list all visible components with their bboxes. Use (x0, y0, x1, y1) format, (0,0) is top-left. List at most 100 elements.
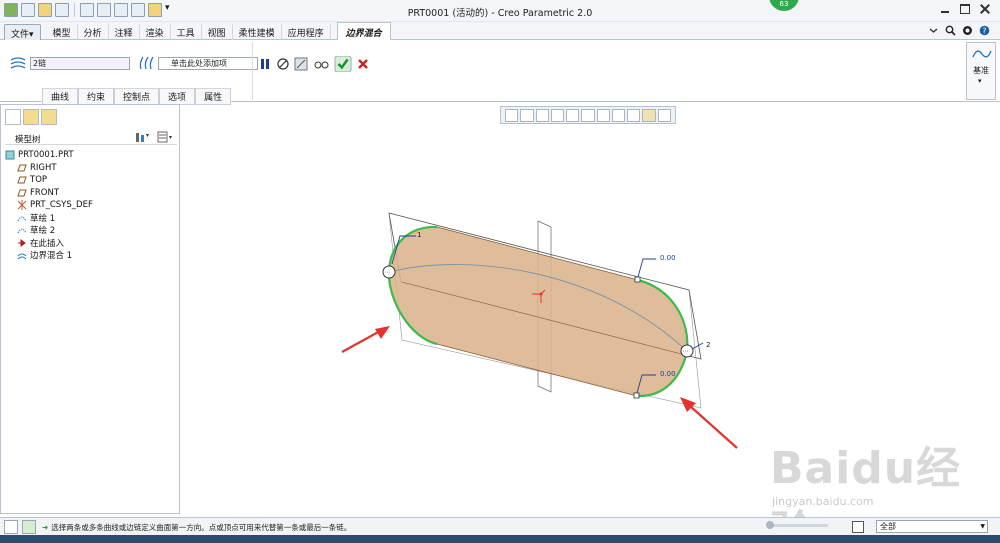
dim-label-1[interactable]: 0.00 (660, 254, 676, 262)
maximize-icon[interactable] (960, 4, 970, 14)
tree-item[interactable]: PRT0001.PRT (5, 149, 93, 162)
csys-origin (539, 292, 543, 296)
message-text: 选择两条或多条曲线或边链定义曲面第一方向。点或顶点可用来代替第一条或最后一条链。 (51, 523, 352, 532)
find-icon[interactable] (852, 521, 864, 533)
chain-2-leader (691, 342, 704, 350)
confirm-check-icon[interactable] (334, 56, 352, 72)
folder-browser-tab-icon[interactable] (23, 109, 39, 125)
insert-arrow-icon (18, 238, 26, 247)
view-manager-icon[interactable] (596, 109, 610, 122)
zoom-in-icon[interactable] (520, 109, 534, 122)
dim-label-2[interactable]: 0.00 (660, 370, 676, 378)
second-direction-icon (139, 56, 154, 70)
no-preview-icon[interactable] (276, 57, 290, 71)
svg-text:···: ··· (385, 270, 391, 277)
navigator-panel: 模型树 PRT0001.PRT RIGHT TOP FRONT PRT_CSYS_DEF… (0, 104, 180, 514)
sketch-icon (17, 216, 27, 221)
repaint-icon[interactable] (550, 109, 565, 122)
datum-curve-icon (972, 50, 992, 58)
model-tree-tab-icon[interactable] (5, 109, 21, 125)
model-tree-header: 模型树 (5, 131, 177, 145)
tree-item[interactable]: PRT_CSYS_DEF (5, 199, 93, 212)
dashboard-subtabs: 曲线 约束 控制点 选项 属性 (42, 88, 232, 105)
model-tree-title: 模型树 (15, 135, 41, 145)
toggle-browser-icon[interactable] (22, 520, 36, 534)
refit-icon[interactable] (505, 109, 519, 122)
tree-item[interactable]: 草绘 2 (5, 224, 93, 237)
boundary-blend-icon (17, 253, 27, 260)
favorites-tab-icon[interactable] (41, 109, 57, 125)
datum-label: 基准 (973, 66, 989, 75)
tree-item-label: TOP (30, 175, 48, 186)
subtab-options[interactable]: 选项 (159, 89, 196, 105)
tree-settings-icon[interactable] (135, 131, 151, 143)
second-direction-collector[interactable]: 单击此处添加项 (158, 56, 258, 70)
os-taskbar (0, 535, 1000, 543)
display-style-icon[interactable] (566, 109, 580, 122)
tree-item[interactable]: TOP (5, 174, 93, 187)
title-bar: ▾ PRT0001 (活动的) - Creo Parametric 2.0 63 (0, 0, 1000, 22)
part-icon (5, 150, 15, 160)
show-columns-icon[interactable] (157, 131, 173, 143)
tree-item[interactable]: 边界混合 1 (5, 249, 93, 262)
dim-point-2[interactable] (633, 392, 640, 399)
cancel-x-icon[interactable] (356, 57, 370, 71)
window-title: PRT0001 (活动的) - Creo Parametric 2.0 (407, 8, 593, 19)
svg-text:?: ? (982, 26, 986, 35)
message-arrow-icon: ➜ (42, 523, 49, 532)
zoom-out-icon[interactable] (535, 109, 549, 122)
tree-item-label: PRT0001.PRT (18, 150, 74, 161)
tree-item-label: 边界混合 1 (30, 251, 73, 262)
tree-item[interactable]: 草绘 1 (5, 212, 93, 225)
tree-item-label: 草绘 1 (30, 213, 56, 224)
slider-knob[interactable] (766, 521, 774, 529)
saved-orientations-icon[interactable] (581, 109, 595, 122)
perspective-view-icon[interactable] (611, 109, 626, 122)
minimize-icon[interactable] (940, 4, 950, 14)
pause-icon[interactable] (258, 57, 272, 71)
datum-display-filters-icon[interactable] (627, 109, 641, 122)
tree-item-label: PRT_CSYS_DEF (30, 200, 93, 211)
watermark-url: jingyan.baidu.com (772, 495, 874, 508)
help-icon[interactable]: ? (979, 25, 990, 36)
toggle-navigator-icon[interactable] (4, 520, 18, 534)
first-direction-collector[interactable]: 2链 (30, 56, 130, 70)
datum-dropdown-icon[interactable]: ▾ (978, 77, 982, 85)
tree-item-label: FRONT (30, 187, 60, 198)
message-line: ➜ 选择两条或多条曲线或边链定义曲面第一方向。点或顶点可用来代替第一条或最后一条链… (42, 522, 351, 533)
first-direction-icon (10, 57, 26, 69)
tree-item-label: 草绘 2 (30, 226, 56, 237)
chain-1-label: 1 (417, 231, 421, 239)
annotation-arrowhead-left (375, 326, 390, 339)
tree-item[interactable]: FRONT (5, 187, 93, 200)
annotation-arrow-right (689, 405, 738, 449)
selection-filter[interactable]: 全部 (876, 520, 988, 533)
svg-text:···: ··· (683, 349, 689, 356)
sketch-icon (17, 228, 27, 234)
datum-plane-icon (17, 164, 27, 172)
settings-icon[interactable] (962, 25, 973, 36)
spin-center-icon[interactable] (657, 109, 671, 122)
annotation-display-icon[interactable] (642, 109, 656, 122)
status-bar: ➜ 选择两条或多条曲线或边链定义曲面第一方向。点或顶点可用来代替第一条或最后一条链… (0, 517, 1000, 535)
datum-panel[interactable]: 基准 ▾ (966, 42, 996, 100)
model-tree: PRT0001.PRT RIGHT TOP FRONT PRT_CSYS_DEF 草绘 1… (5, 149, 93, 262)
tree-item[interactable]: RIGHT (5, 162, 93, 175)
subtab-constraints[interactable]: 约束 (78, 89, 115, 105)
tree-item[interactable]: 在此插入 (5, 237, 93, 250)
minimize-ribbon-icon[interactable] (928, 25, 939, 36)
subtab-control-points[interactable]: 控制点 (114, 89, 160, 105)
dim-1-leader (637, 258, 656, 278)
baidu-watermark: Baidu经验 jingyan.baidu.com (770, 432, 990, 543)
close-icon[interactable] (980, 4, 990, 14)
tree-item-label: 在此插入 (30, 238, 65, 249)
search-icon[interactable] (945, 25, 956, 36)
attached-preview-icon[interactable] (294, 57, 308, 71)
dim-point-1[interactable] (634, 276, 641, 283)
regeneration-slider[interactable] (766, 521, 828, 529)
datum-plane-icon (17, 189, 27, 197)
ribbon-tab-bar: 文件▾ 模型 分析 注释 渲染 工具 视图 柔性建模 应用程序 边界混合 ? (0, 22, 1000, 43)
verify-glasses-icon[interactable] (312, 57, 330, 71)
subtab-properties[interactable]: 属性 (195, 89, 232, 105)
subtab-curves[interactable]: 曲线 (42, 89, 79, 105)
